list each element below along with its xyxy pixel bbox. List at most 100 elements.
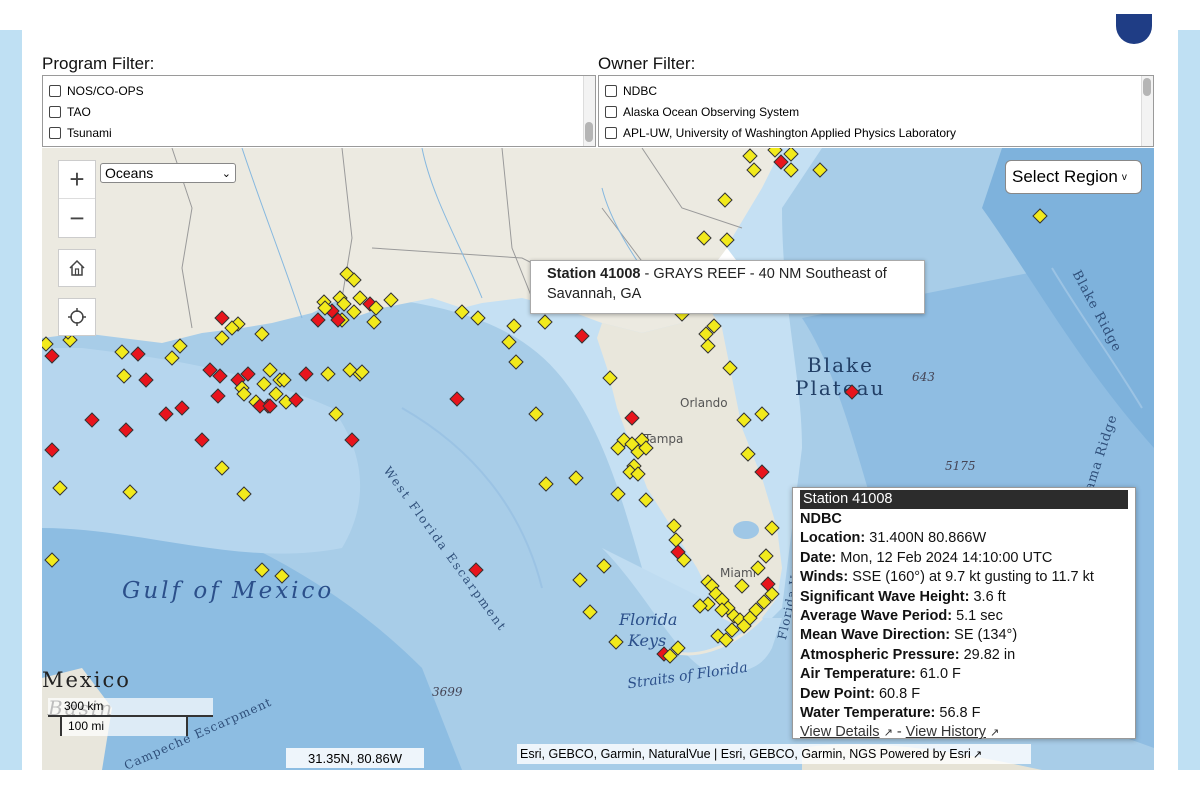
home-button[interactable] bbox=[58, 249, 96, 287]
locate-button[interactable] bbox=[58, 298, 96, 336]
station-marker-red[interactable] bbox=[210, 388, 226, 404]
station-marker-yellow[interactable] bbox=[52, 480, 68, 496]
station-marker-yellow[interactable] bbox=[236, 486, 252, 502]
station-marker-yellow[interactable] bbox=[717, 192, 733, 208]
station-marker-yellow[interactable] bbox=[346, 304, 362, 320]
station-marker-red[interactable] bbox=[158, 406, 174, 422]
program-option-tsunami[interactable]: Tsunami bbox=[43, 122, 595, 143]
station-marker-yellow[interactable] bbox=[274, 568, 290, 584]
checkbox[interactable] bbox=[49, 84, 61, 97]
station-marker-red[interactable] bbox=[118, 422, 134, 438]
station-marker-red[interactable] bbox=[194, 432, 210, 448]
station-marker-yellow[interactable] bbox=[122, 484, 138, 500]
station-marker-yellow[interactable] bbox=[783, 162, 799, 178]
station-marker-yellow[interactable] bbox=[610, 486, 626, 502]
station-marker-yellow[interactable] bbox=[501, 334, 517, 350]
checkbox[interactable] bbox=[49, 126, 61, 139]
station-marker-yellow[interactable] bbox=[734, 578, 750, 594]
station-marker-yellow[interactable] bbox=[164, 350, 180, 366]
station-marker-yellow[interactable] bbox=[740, 446, 756, 462]
view-details-link[interactable]: View Details bbox=[800, 724, 880, 740]
owner-filter-list[interactable]: NDBC Alaska Ocean Observing System APL-U… bbox=[598, 75, 1154, 147]
station-marker-red[interactable] bbox=[344, 432, 360, 448]
checkbox[interactable] bbox=[605, 105, 617, 118]
station-marker-yellow[interactable] bbox=[572, 572, 588, 588]
station-marker-yellow[interactable] bbox=[256, 376, 272, 392]
station-marker-yellow[interactable] bbox=[508, 354, 524, 370]
station-marker-red[interactable] bbox=[844, 384, 860, 400]
station-marker-yellow[interactable] bbox=[582, 604, 598, 620]
station-marker-yellow[interactable] bbox=[114, 344, 130, 360]
station-marker-red[interactable] bbox=[288, 392, 304, 408]
station-marker-red[interactable] bbox=[298, 366, 314, 382]
station-marker-yellow[interactable] bbox=[736, 412, 752, 428]
station-marker-red[interactable] bbox=[262, 398, 278, 414]
station-marker-yellow[interactable] bbox=[668, 532, 684, 548]
station-marker-yellow[interactable] bbox=[746, 162, 762, 178]
zoom-out-button[interactable]: − bbox=[59, 199, 95, 237]
select-region-button[interactable]: Select Region v bbox=[1005, 160, 1142, 194]
program-scrollbar[interactable] bbox=[583, 76, 595, 146]
station-marker-red[interactable] bbox=[84, 412, 100, 428]
station-marker-yellow[interactable] bbox=[742, 148, 758, 164]
station-marker-yellow[interactable] bbox=[750, 560, 766, 576]
station-marker-yellow[interactable] bbox=[812, 162, 828, 178]
station-marker-yellow[interactable] bbox=[538, 476, 554, 492]
station-marker-red[interactable] bbox=[310, 312, 326, 328]
station-marker-red[interactable] bbox=[138, 372, 154, 388]
station-marker-yellow[interactable] bbox=[506, 318, 522, 334]
station-marker-red[interactable] bbox=[44, 348, 60, 364]
station-marker-red[interactable] bbox=[754, 464, 770, 480]
station-marker-yellow[interactable] bbox=[537, 314, 553, 330]
basemap-select[interactable]: Oceans ⌄ bbox=[100, 163, 236, 183]
station-marker-yellow[interactable] bbox=[254, 326, 270, 342]
station-marker-yellow[interactable] bbox=[254, 562, 270, 578]
checkbox[interactable] bbox=[605, 126, 617, 139]
view-history-link[interactable]: View History bbox=[906, 724, 986, 740]
station-marker-yellow[interactable] bbox=[528, 406, 544, 422]
station-marker-yellow[interactable] bbox=[754, 406, 770, 422]
station-marker-yellow[interactable] bbox=[116, 368, 132, 384]
station-marker-yellow[interactable] bbox=[602, 370, 618, 386]
station-marker-yellow[interactable] bbox=[42, 336, 54, 352]
station-marker-red[interactable] bbox=[214, 310, 230, 326]
owner-scrollbar[interactable] bbox=[1141, 76, 1153, 146]
station-marker-red[interactable] bbox=[468, 562, 484, 578]
program-option-tao[interactable]: TAO bbox=[43, 101, 595, 122]
checkbox[interactable] bbox=[605, 84, 617, 97]
station-marker-red[interactable] bbox=[174, 400, 190, 416]
station-marker-yellow[interactable] bbox=[172, 338, 188, 354]
station-marker-red[interactable] bbox=[449, 391, 465, 407]
station-marker-red[interactable] bbox=[130, 346, 146, 362]
station-marker-yellow[interactable] bbox=[608, 634, 624, 650]
station-marker-yellow[interactable] bbox=[638, 492, 654, 508]
checkbox[interactable] bbox=[49, 105, 61, 118]
station-marker-yellow[interactable] bbox=[764, 520, 780, 536]
station-marker-red[interactable] bbox=[574, 328, 590, 344]
station-marker-red[interactable] bbox=[44, 442, 60, 458]
station-marker-red[interactable] bbox=[624, 410, 640, 426]
info-icon[interactable] bbox=[1116, 14, 1152, 44]
station-marker-yellow[interactable] bbox=[268, 386, 284, 402]
station-marker-yellow[interactable] bbox=[328, 406, 344, 422]
station-marker-yellow[interactable] bbox=[262, 362, 278, 378]
station-marker-yellow[interactable] bbox=[1032, 208, 1048, 224]
station-marker-yellow[interactable] bbox=[366, 314, 382, 330]
owner-option-aoos[interactable]: Alaska Ocean Observing System bbox=[599, 101, 1153, 122]
program-option-nos[interactable]: NOS/CO-OPS bbox=[43, 80, 595, 101]
zoom-in-button[interactable]: + bbox=[59, 161, 95, 199]
station-marker-yellow[interactable] bbox=[44, 552, 60, 568]
station-marker-yellow[interactable] bbox=[719, 232, 735, 248]
program-filter-list[interactable]: NOS/CO-OPS TAO Tsunami bbox=[42, 75, 596, 147]
station-marker-yellow[interactable] bbox=[758, 548, 774, 564]
owner-option-ndbc[interactable]: NDBC bbox=[599, 80, 1153, 101]
station-marker-yellow[interactable] bbox=[666, 518, 682, 534]
station-marker-yellow[interactable] bbox=[700, 338, 716, 354]
station-marker-yellow[interactable] bbox=[696, 230, 712, 246]
station-marker-yellow[interactable] bbox=[596, 558, 612, 574]
station-marker-yellow[interactable] bbox=[383, 292, 399, 308]
station-marker-yellow[interactable] bbox=[320, 366, 336, 382]
station-marker-yellow[interactable] bbox=[783, 148, 799, 162]
station-marker-yellow[interactable] bbox=[454, 304, 470, 320]
station-marker-yellow[interactable] bbox=[214, 460, 230, 476]
